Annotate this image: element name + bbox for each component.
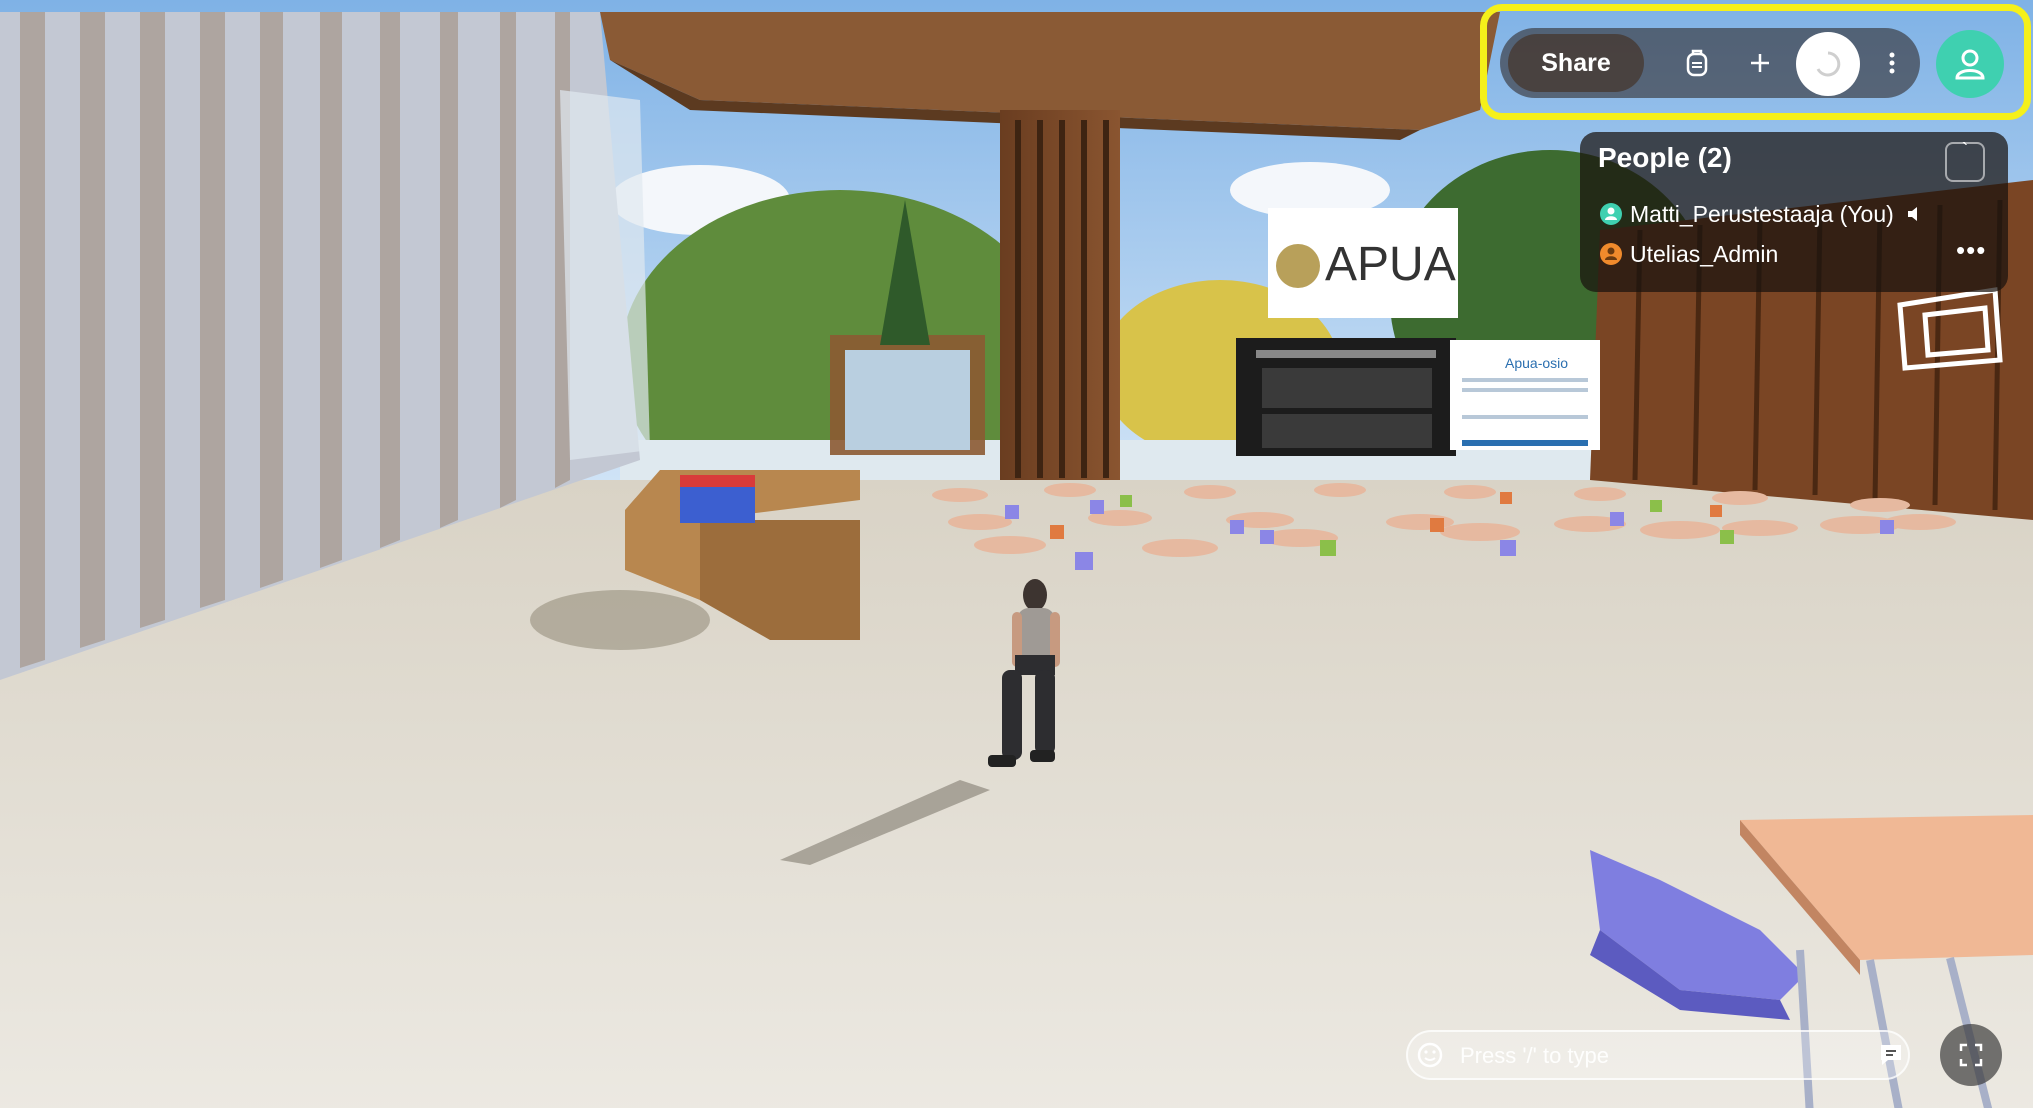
person-row[interactable]: Matti_Perustestaaja (You) [1600,198,1924,230]
avatar [1600,203,1622,225]
profile-button[interactable] [1936,30,2004,98]
profile-icon [1955,49,1985,80]
person-name: Matti_Perustestaaja (You) [1630,200,1894,227]
plus-icon[interactable] [1742,44,1778,82]
chat-input[interactable] [1458,1036,1832,1076]
share-button[interactable]: Share [1508,34,1644,92]
collapse-panel-button[interactable]: ` [1945,141,1985,182]
chat-icon[interactable] [1876,1040,1906,1070]
more-vertical-icon[interactable] [1880,44,1904,82]
more-horizontal-icon[interactable]: ••• [1956,237,1986,263]
fullscreen-icon [1959,1043,1983,1067]
person-row[interactable]: Utelias_Admin [1600,238,1778,270]
svg-text:Apua-osio: Apua-osio [1505,355,1568,371]
emoji-icon[interactable] [1416,1041,1444,1069]
backpack-icon[interactable] [1680,44,1714,82]
avatar [1600,243,1622,265]
fullscreen-button[interactable] [1940,1024,2002,1086]
loading-spinner-icon[interactable] [1796,32,1860,96]
person-name: Utelias_Admin [1630,240,1779,267]
speaker-icon[interactable] [1906,205,1924,223]
sign-text: APUA [1325,238,1456,291]
people-title: People (2) [1598,142,1732,173]
